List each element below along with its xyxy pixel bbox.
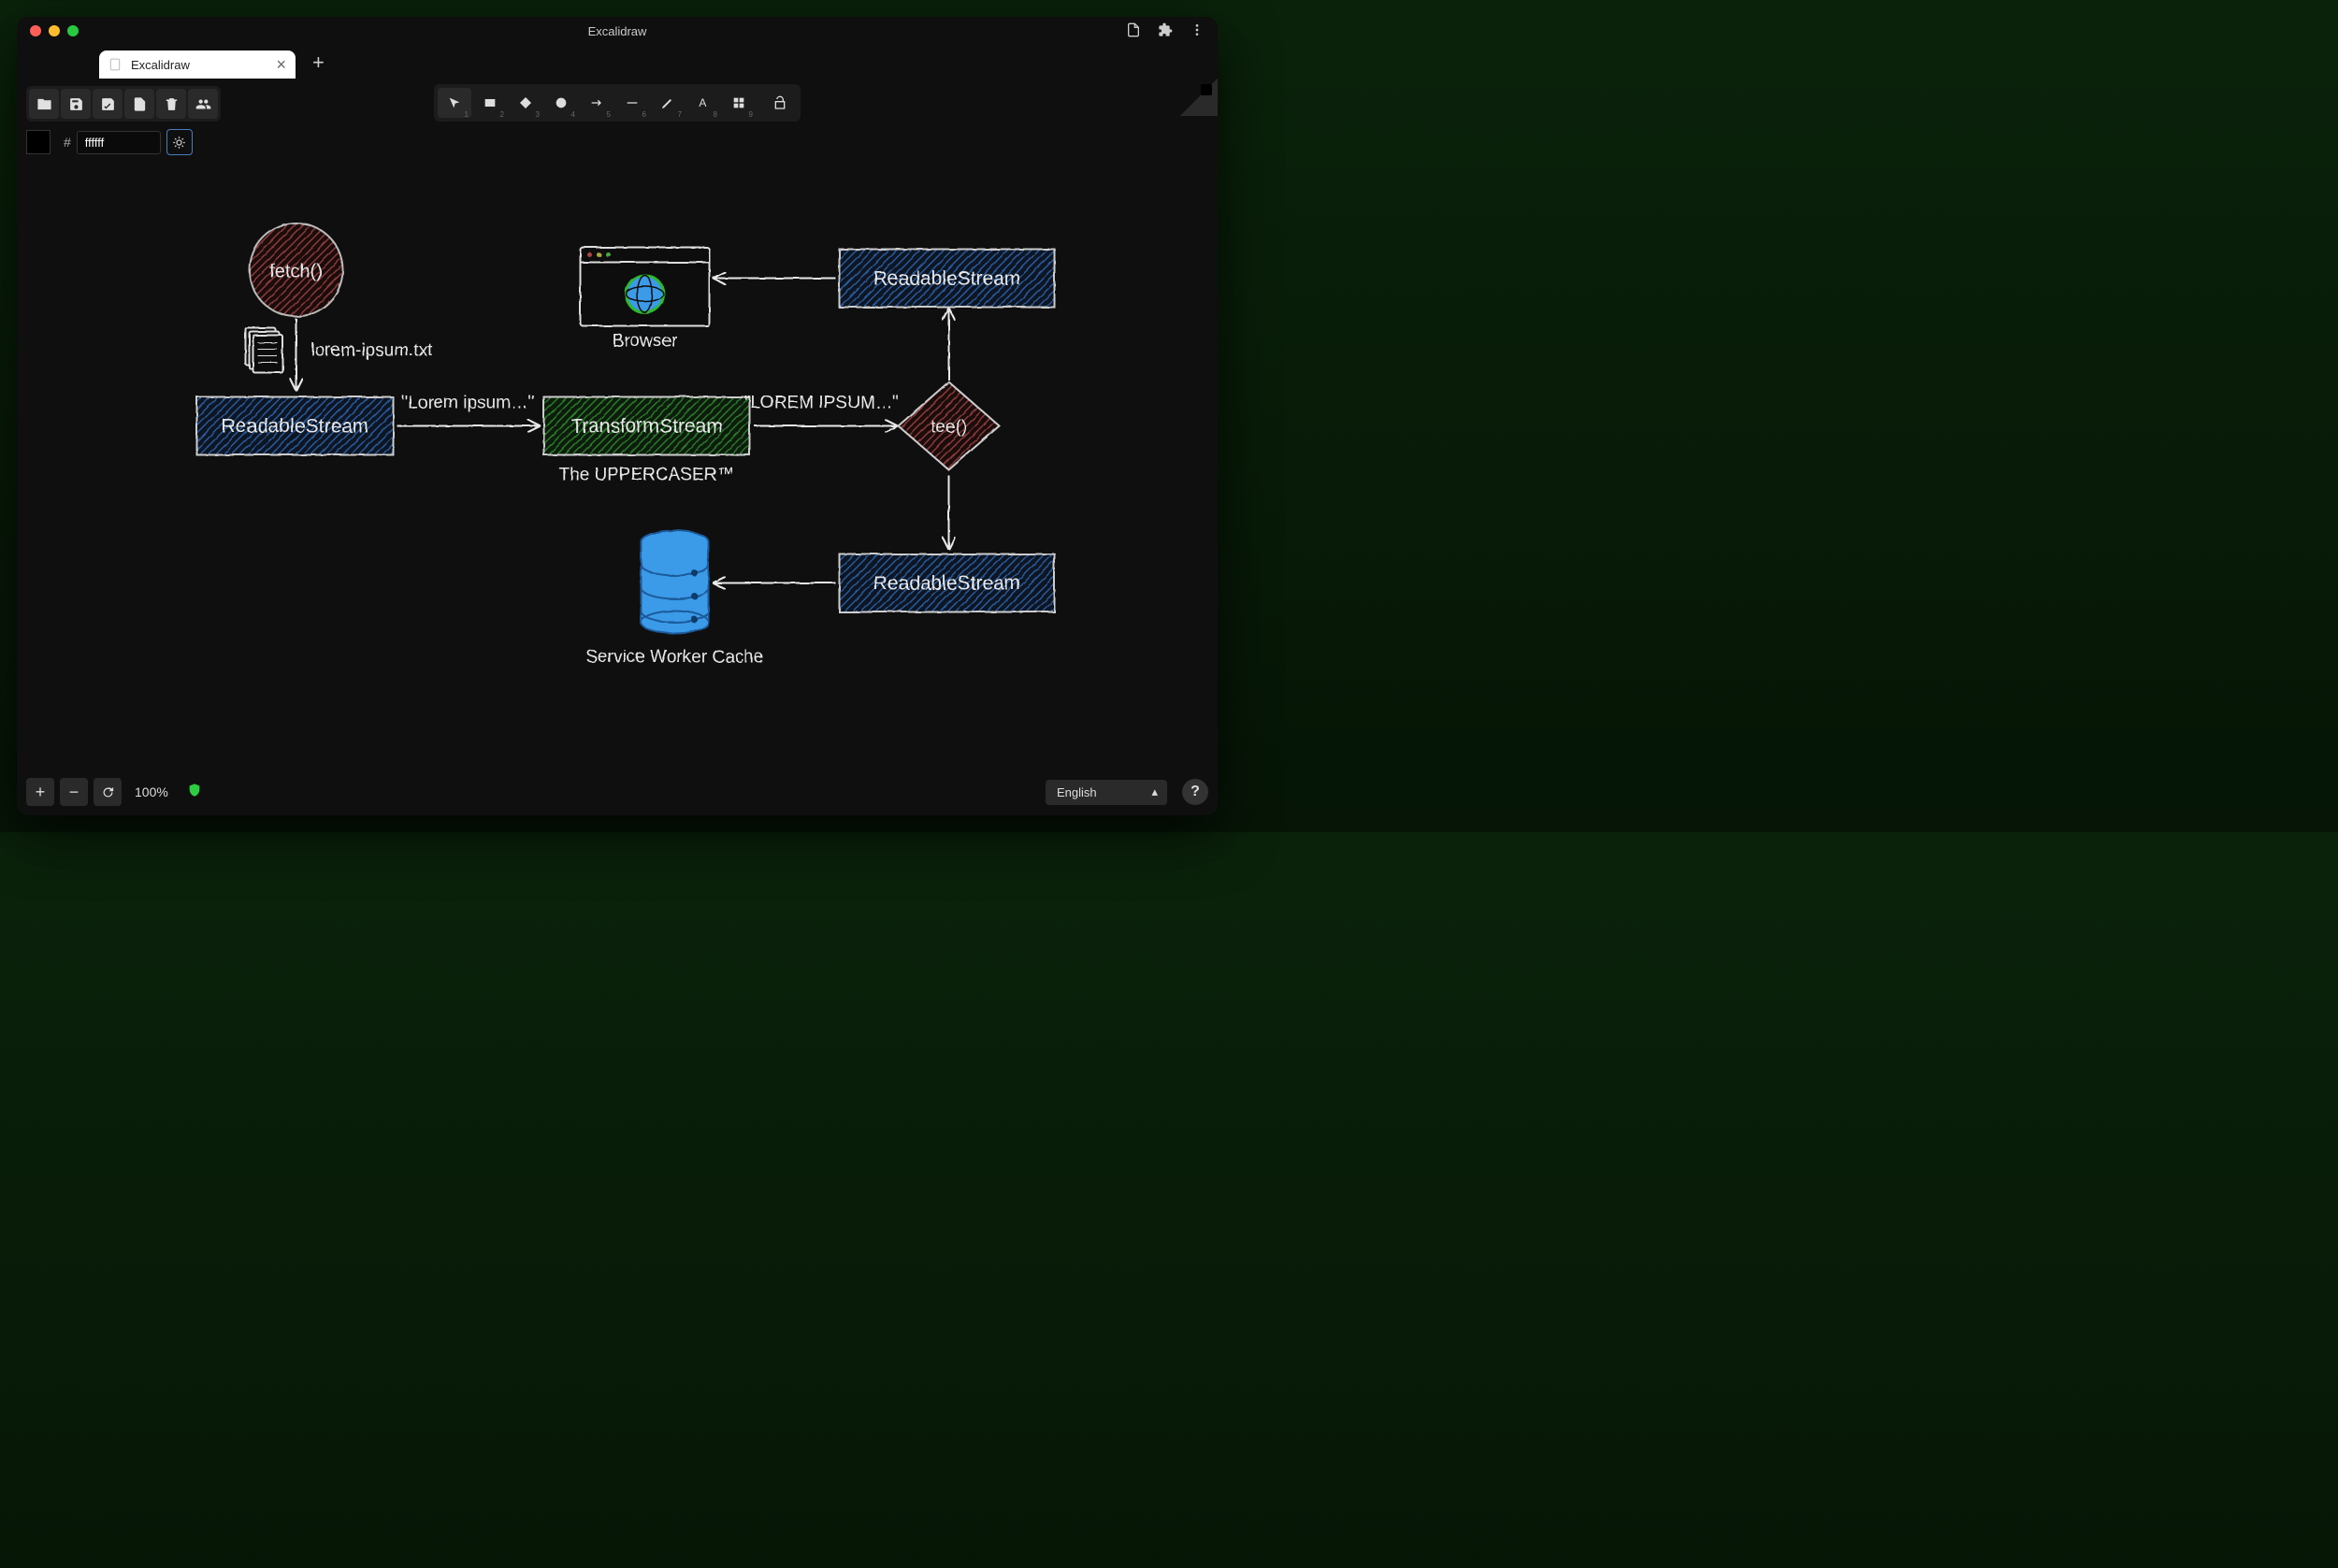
language-select[interactable]: English: [1046, 780, 1167, 805]
color-swatch[interactable]: [26, 130, 51, 154]
save-button[interactable]: [61, 89, 91, 119]
rectangle-tool[interactable]: 2: [473, 88, 507, 118]
arrow-tool[interactable]: 5: [580, 88, 613, 118]
background-color-button[interactable]: [166, 129, 193, 155]
draw-tool[interactable]: 7: [651, 88, 685, 118]
edge1-label: "Lorem ipsum…": [401, 393, 534, 412]
edge2-label: "LOREM IPSUM…": [743, 393, 899, 412]
help-button[interactable]: ?: [1182, 779, 1208, 805]
collaborate-button[interactable]: [188, 89, 218, 119]
rs3-label: ReadableStream: [873, 572, 1020, 594]
tee-label: tee(): [930, 417, 966, 437]
file-label: lorem-ipsum.txt: [310, 340, 433, 360]
browser-label: Browser: [612, 331, 677, 351]
export-button[interactable]: [124, 89, 154, 119]
fetch-label: fetch(): [269, 261, 323, 281]
browser-icon: [580, 247, 709, 325]
save-as-button[interactable]: [93, 89, 123, 119]
shield-icon[interactable]: [187, 783, 202, 802]
transform-sub-label: The UPPERCASER™: [558, 465, 734, 484]
shape-toolbar: 1 2 3 4 5 6 7 A8 9: [434, 84, 801, 122]
rs2-label: ReadableStream: [873, 267, 1020, 289]
bottom-bar: + − 100% English ?: [26, 778, 1208, 806]
document-icon: [245, 327, 282, 372]
diamond-tool[interactable]: 3: [509, 88, 542, 118]
ellipse-tool[interactable]: 4: [544, 88, 578, 118]
zoom-level: 100%: [127, 784, 176, 799]
line-tool[interactable]: 6: [615, 88, 649, 118]
database-icon: [641, 530, 708, 633]
open-button[interactable]: [29, 89, 59, 119]
color-picker-row: #: [17, 129, 1218, 163]
lock-tool[interactable]: [763, 88, 797, 118]
zoom-in-button[interactable]: +: [26, 778, 54, 806]
hash-label: #: [58, 135, 77, 150]
zoom-reset-button[interactable]: [94, 778, 122, 806]
cache-label: Service Worker Cache: [585, 647, 763, 667]
transform-label: TransformStream: [570, 415, 723, 437]
library-tool[interactable]: 9: [722, 88, 756, 118]
text-tool[interactable]: A8: [686, 88, 720, 118]
zoom-out-button[interactable]: −: [60, 778, 88, 806]
hex-input[interactable]: [77, 131, 161, 154]
delete-button[interactable]: [156, 89, 186, 119]
rs1-label: ReadableStream: [221, 415, 368, 437]
selection-tool[interactable]: 1: [438, 88, 471, 118]
svg-text:A: A: [699, 96, 706, 109]
